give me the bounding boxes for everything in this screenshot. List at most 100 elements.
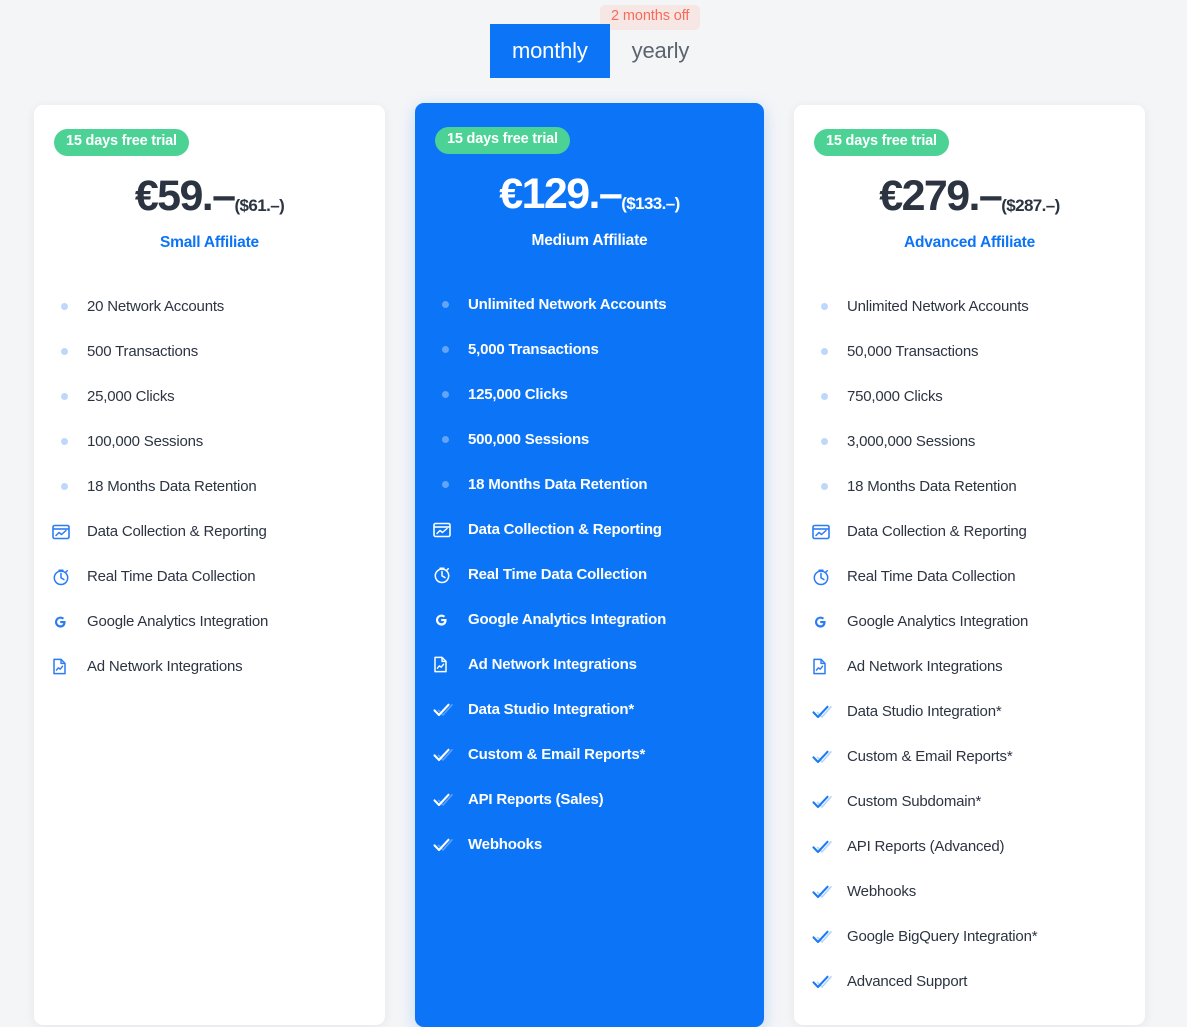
feature-item: Data Collection & Reporting	[433, 507, 746, 552]
feature-item: 750,000 Clicks	[812, 374, 1127, 419]
feature-label: Unlimited Network Accounts	[847, 298, 1029, 315]
feature-label: Real Time Data Collection	[468, 566, 647, 583]
feature-item: Data Collection & Reporting	[52, 509, 367, 554]
feature-label: Ad Network Integrations	[468, 656, 637, 673]
feature-label: Google Analytics Integration	[847, 613, 1029, 630]
dot-icon	[442, 301, 449, 308]
document-chart-icon	[812, 658, 842, 675]
feature-label: API Reports (Advanced)	[847, 838, 1005, 855]
chart-window-icon	[433, 522, 463, 538]
feature-item: 125,000 Clicks	[433, 372, 746, 417]
trial-badge: 15 days free trial	[54, 129, 189, 156]
document-chart-icon	[433, 656, 463, 673]
check-icon	[812, 749, 842, 765]
feature-item: 3,000,000 Sessions	[812, 419, 1127, 464]
feature-item: Webhooks	[812, 869, 1127, 914]
dot-icon	[433, 436, 463, 443]
feature-list: Unlimited Network Accounts 5,000 Transact…	[415, 282, 764, 867]
dot-icon	[433, 346, 463, 353]
feature-label: Ad Network Integrations	[87, 658, 243, 675]
dot-icon	[442, 481, 449, 488]
price-secondary: ($287.–)	[1001, 196, 1060, 215]
feature-item: 50,000 Transactions	[812, 329, 1127, 374]
check-icon	[812, 974, 842, 990]
feature-item: Real Time Data Collection	[812, 554, 1127, 599]
pricing-card-small-affiliate[interactable]: 15 days free trial €59.–($61.–) Small Af…	[34, 105, 385, 1025]
feature-label: 3,000,000 Sessions	[847, 433, 976, 450]
check-icon	[812, 884, 842, 900]
price-row: €279.–($287.–)	[794, 172, 1145, 221]
dot-icon	[812, 393, 842, 400]
feature-label: 750,000 Clicks	[847, 388, 943, 405]
price-primary: €59.–	[134, 172, 236, 220]
feature-item: 18 Months Data Retention	[812, 464, 1127, 509]
feature-label: Custom & Email Reports*	[468, 746, 646, 763]
dot-icon	[821, 393, 828, 400]
check-icon	[433, 792, 463, 808]
feature-item: Google Analytics Integration	[433, 597, 746, 642]
feature-list: 20 Network Accounts 500 Transactions 25,00…	[34, 284, 385, 689]
feature-label: Custom & Email Reports*	[847, 748, 1013, 765]
feature-label: 18 Months Data Retention	[87, 478, 257, 495]
feature-label: 5,000 Transactions	[468, 341, 599, 358]
feature-label: 18 Months Data Retention	[847, 478, 1017, 495]
dot-icon	[812, 438, 842, 445]
stopwatch-icon	[812, 568, 842, 586]
price-secondary: ($61.–)	[234, 196, 285, 215]
feature-label: Advanced Support	[847, 973, 968, 990]
dot-icon	[61, 393, 68, 400]
check-icon	[812, 704, 842, 720]
feature-item: 500 Transactions	[52, 329, 367, 374]
feature-item: Webhooks	[433, 822, 746, 867]
feature-item: Advanced Support	[812, 959, 1127, 1004]
feature-label: 100,000 Sessions	[87, 433, 204, 450]
feature-list: Unlimited Network Accounts 50,000 Transac…	[794, 284, 1145, 1004]
dot-icon	[433, 391, 463, 398]
feature-label: Data Collection & Reporting	[847, 523, 1027, 540]
feature-item: 25,000 Clicks	[52, 374, 367, 419]
feature-label: Webhooks	[468, 836, 542, 853]
dot-icon	[52, 393, 82, 400]
dot-icon	[442, 346, 449, 353]
feature-item: Unlimited Network Accounts	[433, 282, 746, 327]
feature-label: Real Time Data Collection	[87, 568, 256, 585]
feature-label: API Reports (Sales)	[468, 791, 604, 808]
dot-icon	[61, 483, 68, 490]
stopwatch-icon	[52, 568, 82, 586]
price-secondary: ($133.–)	[621, 194, 680, 213]
feature-item: Real Time Data Collection	[52, 554, 367, 599]
feature-label: 50,000 Transactions	[847, 343, 979, 360]
google-g-icon	[812, 614, 842, 630]
check-icon	[433, 747, 463, 763]
feature-item: 100,000 Sessions	[52, 419, 367, 464]
feature-label: 18 Months Data Retention	[468, 476, 648, 493]
dot-icon	[442, 436, 449, 443]
pricing-card-medium-affiliate[interactable]: 15 days free trial €129.–($133.–) Medium…	[415, 103, 764, 1027]
price-row: €59.–($61.–)	[34, 172, 385, 221]
check-icon	[433, 837, 463, 853]
feature-label: 500,000 Sessions	[468, 431, 590, 448]
feature-label: Data Studio Integration*	[847, 703, 1002, 720]
plan-name: Small Affiliate	[160, 234, 259, 251]
feature-label: Google Analytics Integration	[87, 613, 269, 630]
feature-label: 20 Network Accounts	[87, 298, 225, 315]
document-chart-icon	[52, 658, 82, 675]
dot-icon	[433, 301, 463, 308]
trial-badge: 15 days free trial	[435, 127, 570, 154]
dot-icon	[52, 303, 82, 310]
feature-label: Data Studio Integration*	[468, 701, 635, 718]
feature-label: 25,000 Clicks	[87, 388, 175, 405]
feature-item: Data Collection & Reporting	[812, 509, 1127, 554]
dot-icon	[61, 303, 68, 310]
dot-icon	[821, 348, 828, 355]
feature-label: 125,000 Clicks	[468, 386, 568, 403]
feature-item: 20 Network Accounts	[52, 284, 367, 329]
feature-item: 5,000 Transactions	[433, 327, 746, 372]
pricing-card-advanced-affiliate[interactable]: 15 days free trial €279.–($287.–) Advanc…	[794, 105, 1145, 1025]
feature-item: Data Studio Integration*	[433, 687, 746, 732]
feature-item: API Reports (Sales)	[433, 777, 746, 822]
stopwatch-icon	[433, 566, 463, 584]
plan-name: Medium Affiliate	[531, 232, 648, 249]
check-icon	[812, 794, 842, 810]
feature-label: Ad Network Integrations	[847, 658, 1003, 675]
